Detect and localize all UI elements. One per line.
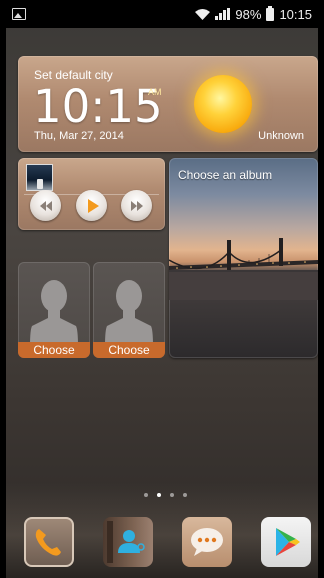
page-dot-active[interactable] <box>157 493 161 497</box>
clock-weather-widget[interactable]: Set default city 10:15 AM Thu, Mar 27, 2… <box>18 56 318 152</box>
home-screen: 98% 10:15 Set default city 10:15 AM Thu,… <box>6 0 318 578</box>
person-silhouette-icon <box>105 280 153 346</box>
rewind-button[interactable] <box>30 190 61 221</box>
person-silhouette-icon <box>30 280 78 346</box>
page-dot[interactable] <box>170 493 174 497</box>
play-button[interactable] <box>76 190 107 221</box>
play-store-icon <box>276 528 300 556</box>
play-icon <box>87 198 99 213</box>
clock-ampm: AM <box>148 87 162 97</box>
battery-icon <box>266 5 275 21</box>
contact-choose-label: Choose <box>93 342 165 358</box>
clock-time[interactable]: 10:15 <box>33 80 163 133</box>
phone-app[interactable] <box>24 517 74 567</box>
weather-status: Unknown <box>258 130 304 142</box>
image-icon <box>12 8 26 20</box>
status-bar: 98% 10:15 <box>6 0 318 28</box>
music-widget <box>18 158 165 230</box>
wifi-icon <box>195 8 211 20</box>
page-dot[interactable] <box>183 493 187 497</box>
sun-icon[interactable] <box>194 75 252 133</box>
album-widget[interactable]: Choose an album <box>169 158 318 358</box>
contact-shortcut-1[interactable]: Choose <box>18 262 90 358</box>
status-icons: 98% 10:15 <box>195 5 312 22</box>
contact-choose-label: Choose <box>18 342 90 358</box>
fast-forward-button[interactable] <box>121 190 152 221</box>
message-icon <box>191 528 223 556</box>
contacts-icon <box>107 521 145 563</box>
app-dock <box>6 517 318 569</box>
status-time: 10:15 <box>279 6 312 22</box>
contacts-app[interactable] <box>103 517 153 567</box>
battery-percent: 98% <box>235 6 262 22</box>
contact-shortcut-2[interactable]: Choose <box>93 262 165 358</box>
page-indicator <box>144 493 187 497</box>
page-dot[interactable] <box>144 493 148 497</box>
play-store-app[interactable] <box>261 517 311 567</box>
choose-album-label: Choose an album <box>178 168 273 182</box>
phone-icon <box>35 529 61 556</box>
messaging-app[interactable] <box>182 517 232 567</box>
clock-date: Thu, Mar 27, 2014 <box>34 130 124 142</box>
bridge-photo <box>169 238 318 300</box>
album-art-icon[interactable] <box>26 164 53 191</box>
signal-icon <box>215 8 231 20</box>
